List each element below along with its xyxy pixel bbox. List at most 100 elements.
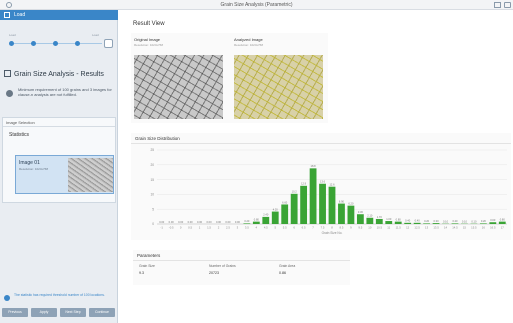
histogram-bar — [309, 168, 317, 224]
sidebar-header-label: Load — [14, 12, 26, 18]
parameter-value: 20723 — [209, 271, 219, 275]
apply-button[interactable]: Apply — [31, 308, 57, 317]
analyzed-micrograph[interactable] — [234, 55, 323, 119]
parameter-grain-area: Grain Area 0.86 — [279, 264, 295, 275]
sidebar: Load Load Load Grain Size Analysis - Res… — [0, 10, 118, 323]
bar-value-label: 0.00 — [159, 220, 165, 224]
y-tick-label: 15 — [150, 178, 154, 182]
close-window-icon[interactable] — [504, 2, 511, 8]
x-tick-label: 11.5 — [396, 226, 402, 230]
bar-value-label: 6.20 — [348, 201, 354, 205]
x-tick-label: 13.5 — [433, 226, 439, 230]
step-dot-3[interactable] — [53, 41, 58, 46]
bar-value-label: 18.8 — [311, 164, 317, 168]
sidebar-header[interactable]: Load — [0, 10, 118, 20]
bar-value-label: 0.60 — [490, 218, 496, 222]
parameter-value: 0.86 — [279, 271, 286, 275]
step-dot-1[interactable] — [9, 41, 14, 46]
histogram-bar — [281, 204, 289, 224]
bar-value-label: 6.60 — [282, 200, 288, 204]
bar-value-label: 0.00 — [169, 220, 175, 224]
x-tick-label: -0.5 — [169, 226, 174, 230]
parameter-key: Grain Area — [279, 264, 296, 268]
bar-value-label: 0.10 — [443, 220, 449, 224]
histogram-bar — [319, 183, 326, 224]
page-title: Result View — [133, 21, 165, 27]
bar-value-label: 1.00 — [386, 217, 392, 221]
footer-buttons: Previous Apply Next Step Continue — [2, 308, 116, 318]
x-tick-label: -1 — [160, 226, 163, 230]
step-dot-4[interactable] — [75, 41, 80, 46]
restore-window-icon[interactable] — [494, 2, 501, 8]
histogram-bar — [356, 214, 364, 224]
section-title-text: Grain Size Analysis - Results — [14, 71, 104, 78]
x-tick-label: 1 — [199, 226, 201, 230]
x-tick-label: 8 — [331, 226, 333, 230]
statistics-item[interactable]: Statistics — [9, 132, 29, 138]
histogram-bar — [498, 221, 506, 224]
x-tick-label: 11 — [387, 226, 390, 230]
bar-value-label: 1.70 — [377, 215, 383, 219]
parameter-value: 9.3 — [139, 271, 144, 275]
y-tick-label: 25 — [150, 148, 154, 152]
bar-value-label: 0.20 — [452, 219, 458, 223]
x-tick-label: 6 — [293, 226, 295, 230]
info-text: The statistic has required threshold num… — [14, 293, 105, 297]
bar-value-label: 10.2 — [292, 190, 298, 194]
x-tick-label: 13 — [425, 226, 429, 230]
bar-value-label: 0.00 — [197, 220, 203, 224]
histogram-bar — [252, 221, 260, 224]
step-dot-2[interactable] — [31, 41, 36, 46]
x-axis-label: Grain Size No. — [322, 231, 343, 235]
next-step-button[interactable]: Next Step — [60, 308, 86, 317]
bar-value-label: 0.00 — [206, 220, 212, 224]
window-titlebar: Grain Size Analysis (Parametric) — [0, 0, 513, 10]
image-card[interactable]: Image 01 Resolution: 1024x768 — [15, 155, 114, 194]
y-tick-label: 10 — [150, 193, 154, 197]
image-thumbnail — [68, 158, 113, 192]
histogram-bar — [375, 218, 383, 224]
histogram-bar — [385, 221, 393, 224]
divider — [133, 260, 350, 261]
x-tick-label: 7 — [312, 226, 314, 230]
warning-text: Minimum requirement of 100 grains and 3 … — [18, 87, 112, 97]
info-icon — [4, 295, 10, 301]
x-tick-label: 8.5 — [340, 226, 344, 230]
continue-button[interactable]: Continue — [89, 308, 115, 317]
bar-value-label: 0.20 — [481, 219, 487, 223]
x-tick-label: 14.5 — [452, 226, 458, 230]
x-tick-label: 6.5 — [302, 226, 306, 230]
x-tick-label: 7.5 — [321, 226, 325, 230]
camera-icon[interactable] — [104, 39, 113, 48]
image-card-name: Image 01 — [19, 160, 40, 166]
distribution-label: Grain Size Distribution — [135, 136, 180, 141]
x-tick-label: 10.5 — [377, 226, 383, 230]
x-tick-label: 16 — [482, 226, 486, 230]
histogram-bar — [451, 223, 459, 224]
bar-value-label: 2.10 — [367, 214, 373, 218]
x-tick-label: 4 — [256, 226, 258, 230]
parameter-grain-size: Grain Size 9.3 — [139, 264, 155, 275]
warning-icon — [6, 90, 13, 97]
histogram-bar — [479, 223, 487, 224]
bar-value-label: 0.00 — [178, 220, 184, 224]
bar-value-label: 4.20 — [273, 207, 279, 211]
histogram-bar — [290, 193, 298, 224]
x-tick-label: 5.5 — [283, 226, 287, 230]
bar-value-label: 2.40 — [263, 213, 269, 217]
histogram-bar — [489, 222, 497, 224]
stepper-label-start: Load — [9, 33, 16, 37]
x-tick-label: 4.5 — [264, 226, 268, 230]
divider — [3, 126, 115, 127]
x-tick-label: 10 — [368, 226, 372, 230]
original-micrograph[interactable] — [134, 55, 223, 119]
previous-button[interactable]: Previous — [2, 308, 28, 317]
load-icon — [4, 12, 10, 18]
bar-value-label: 6.90 — [339, 199, 345, 203]
original-image-box: Original Image Resolution: 1024x768 — [134, 37, 223, 121]
bar-value-label: 0.80 — [396, 217, 402, 221]
y-tick-label: 20 — [150, 163, 154, 167]
bar-value-label: 13.6 — [320, 180, 326, 184]
y-tick-label: 0 — [152, 222, 154, 226]
x-tick-label: 15.5 — [471, 226, 477, 230]
